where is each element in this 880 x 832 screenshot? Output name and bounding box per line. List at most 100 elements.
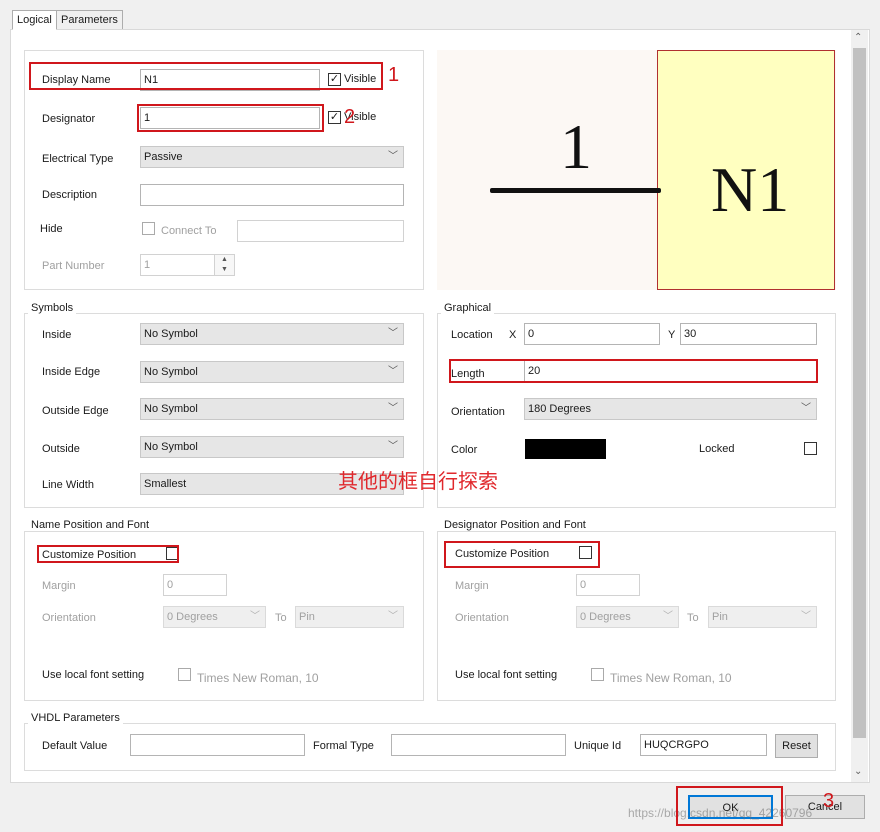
designator-position-title: Designator Position and Font bbox=[441, 519, 589, 531]
symbols-title: Symbols bbox=[28, 302, 77, 314]
description-input[interactable] bbox=[140, 184, 404, 206]
designator-to-label: To bbox=[687, 612, 699, 624]
marker-1: 1 bbox=[388, 64, 400, 86]
symbol-row-label: Inside bbox=[42, 329, 72, 341]
symbol-row-label: Outside bbox=[42, 443, 80, 455]
highlight-display-name bbox=[29, 62, 383, 90]
inside-symbol-select[interactable]: No Symbol ﹀ bbox=[140, 323, 404, 345]
tab-parameters[interactable]: Parameters bbox=[56, 10, 123, 30]
preview-designator-text: 1 bbox=[560, 111, 592, 182]
orientation-value: 180 Degrees bbox=[528, 403, 591, 415]
part-number-spinner[interactable]: ▲ ▼ bbox=[214, 254, 235, 276]
highlight-length bbox=[449, 359, 818, 383]
name-orientation-select[interactable]: 0 Degrees ﹀ bbox=[163, 606, 266, 628]
symbol-value: No Symbol bbox=[144, 328, 198, 340]
name-position-title: Name Position and Font bbox=[28, 519, 153, 531]
marker-3: 3 bbox=[823, 790, 835, 812]
inside-edge-symbol-select[interactable]: No Symbol ﹀ bbox=[140, 361, 404, 383]
name-to-label: To bbox=[275, 612, 287, 624]
name-orientation-label: Orientation bbox=[42, 612, 96, 624]
location-x-label: X bbox=[509, 329, 517, 341]
designator-to-value: Pin bbox=[712, 611, 728, 623]
name-margin-input[interactable]: 0 bbox=[163, 574, 227, 596]
scroll-up-icon[interactable]: ⌃ bbox=[854, 32, 862, 43]
chevron-down-icon: ﹀ bbox=[663, 611, 673, 622]
chevron-down-icon: ﹀ bbox=[388, 403, 398, 414]
connect-to-label: Connect To bbox=[161, 225, 217, 237]
chevron-down-icon: ﹀ bbox=[801, 611, 811, 622]
color-swatch[interactable] bbox=[525, 439, 606, 459]
chevron-down-icon: ﹀ bbox=[801, 403, 811, 414]
designator-local-font-checkbox[interactable] bbox=[591, 668, 604, 681]
designator-margin-label: Margin bbox=[455, 580, 489, 592]
highlight-name-customize bbox=[37, 545, 179, 563]
description-label: Description bbox=[42, 189, 98, 201]
name-local-font-checkbox[interactable] bbox=[178, 668, 191, 681]
tab-logical[interactable]: Logical bbox=[12, 10, 57, 30]
designator-to-select[interactable]: Pin ﹀ bbox=[708, 606, 817, 628]
chevron-down-icon: ﹀ bbox=[388, 611, 398, 622]
part-number-input[interactable]: 1 bbox=[140, 254, 215, 276]
default-value-label: Default Value bbox=[42, 740, 108, 752]
highlight-designator bbox=[137, 104, 324, 132]
locked-checkbox[interactable] bbox=[804, 442, 817, 455]
electrical-type-select[interactable]: Passive ﹀ bbox=[140, 146, 404, 168]
orientation-label: Orientation bbox=[451, 406, 505, 418]
designator-orientation-select[interactable]: 0 Degrees ﹀ bbox=[576, 606, 679, 628]
designator-orientation-label: Orientation bbox=[455, 612, 509, 624]
name-to-select[interactable]: Pin ﹀ bbox=[295, 606, 404, 628]
annotation-text: 其他的框自行探索 bbox=[338, 469, 498, 493]
designator-orientation-value: 0 Degrees bbox=[580, 611, 631, 623]
spin-down-icon[interactable]: ▼ bbox=[221, 266, 228, 273]
unique-id-label: Unique Id bbox=[574, 740, 622, 752]
designator-local-font-label: Use local font setting bbox=[455, 669, 558, 681]
symbol-value: No Symbol bbox=[144, 403, 198, 415]
spin-up-icon[interactable]: ▲ bbox=[221, 256, 228, 263]
vertical-scrollbar[interactable]: ⌃ ⌄ bbox=[851, 30, 868, 782]
outside-symbol-select[interactable]: No Symbol ﹀ bbox=[140, 436, 404, 458]
name-margin-label: Margin bbox=[42, 580, 76, 592]
symbol-row-label: Inside Edge bbox=[42, 366, 101, 378]
orientation-select[interactable]: 180 Degrees ﹀ bbox=[524, 398, 817, 420]
vhdl-title: VHDL Parameters bbox=[28, 712, 123, 724]
hide-checkbox[interactable] bbox=[142, 222, 155, 235]
preview-name-text: N1 bbox=[711, 154, 790, 225]
name-font-value[interactable]: Times New Roman, 10 bbox=[197, 671, 319, 685]
part-number-label: Part Number bbox=[42, 260, 105, 272]
symbol-value: No Symbol bbox=[144, 441, 198, 453]
name-orientation-value: 0 Degrees bbox=[167, 611, 218, 623]
designator-visible-checkbox[interactable]: ✓ bbox=[328, 111, 341, 124]
electrical-type-value: Passive bbox=[144, 151, 183, 163]
chevron-down-icon: ﹀ bbox=[388, 328, 398, 339]
color-label: Color bbox=[451, 444, 478, 456]
formal-type-input[interactable] bbox=[391, 734, 566, 756]
symbol-value: Smallest bbox=[144, 478, 187, 490]
highlight-ok-button bbox=[676, 786, 783, 826]
connect-to-input[interactable] bbox=[237, 220, 404, 242]
marker-2: 2 bbox=[344, 106, 356, 128]
designator-font-value[interactable]: Times New Roman, 10 bbox=[610, 671, 732, 685]
graphical-title: Graphical bbox=[441, 302, 495, 314]
chevron-down-icon: ﹀ bbox=[388, 366, 398, 377]
designator-label: Designator bbox=[42, 113, 96, 125]
location-y-input[interactable]: 30 bbox=[680, 323, 817, 345]
reset-button[interactable]: Reset bbox=[775, 734, 818, 758]
preview-pin-line bbox=[490, 188, 661, 193]
location-x-input[interactable]: 0 bbox=[524, 323, 660, 345]
name-to-value: Pin bbox=[299, 611, 315, 623]
outside-edge-symbol-select[interactable]: No Symbol ﹀ bbox=[140, 398, 404, 420]
unique-id-input[interactable]: HUQCRGPO bbox=[640, 734, 767, 756]
scroll-down-icon[interactable]: ⌄ bbox=[854, 766, 862, 777]
highlight-designator-customize bbox=[444, 541, 600, 568]
symbol-row-label: Line Width bbox=[42, 479, 94, 491]
designator-margin-input[interactable]: 0 bbox=[576, 574, 640, 596]
default-value-input[interactable] bbox=[130, 734, 305, 756]
location-label: Location bbox=[451, 329, 493, 341]
electrical-type-label: Electrical Type bbox=[42, 153, 114, 165]
symbol-value: No Symbol bbox=[144, 366, 198, 378]
symbol-row-label: Outside Edge bbox=[42, 405, 109, 417]
chevron-down-icon: ﹀ bbox=[250, 611, 260, 622]
location-y-label: Y bbox=[668, 329, 676, 341]
chevron-down-icon: ﹀ bbox=[388, 151, 398, 162]
scrollbar-thumb[interactable] bbox=[853, 48, 866, 738]
